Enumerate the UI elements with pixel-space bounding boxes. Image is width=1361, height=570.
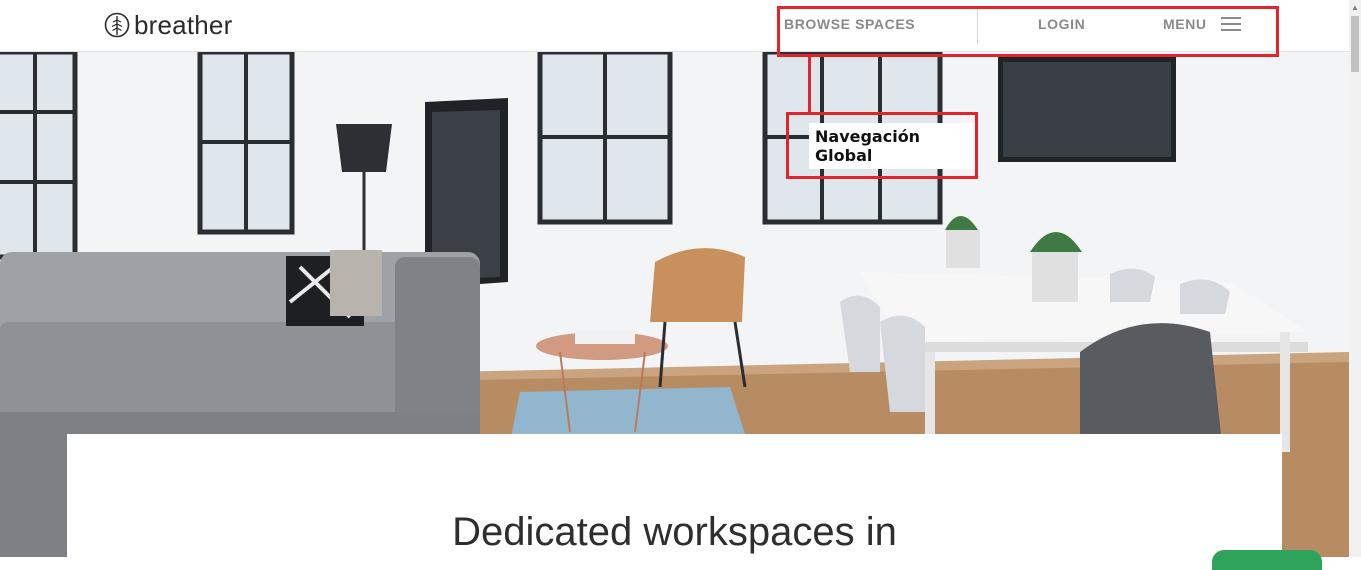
site-header: breather BROWSE SPACES LOGIN MENU [0, 0, 1349, 52]
breather-logo[interactable]: breather [104, 10, 232, 40]
chat-widget-button[interactable] [1212, 550, 1322, 570]
page-headline: Dedicated workspaces in [452, 510, 897, 554]
login-link[interactable]: LOGIN [1038, 16, 1085, 32]
annotation-connector [808, 54, 811, 112]
annotation-label: Navegación Global [809, 122, 975, 169]
hero-content-card: Dedicated workspaces in [67, 434, 1282, 564]
annotation-label-box: Navegación Global [786, 112, 978, 179]
page-scrollbar[interactable]: ▲ [1349, 0, 1361, 557]
scroll-up-arrow-icon[interactable]: ▲ [1349, 0, 1361, 14]
logo-text: breather [134, 10, 233, 40]
nav-divider [977, 8, 978, 44]
scroll-thumb[interactable] [1351, 16, 1359, 72]
browse-spaces-link[interactable]: BROWSE SPACES [784, 16, 915, 32]
leaf-icon [104, 12, 130, 38]
hamburger-icon [1220, 17, 1241, 31]
menu-button[interactable]: MENU [1163, 16, 1241, 32]
menu-label: MENU [1163, 16, 1207, 32]
